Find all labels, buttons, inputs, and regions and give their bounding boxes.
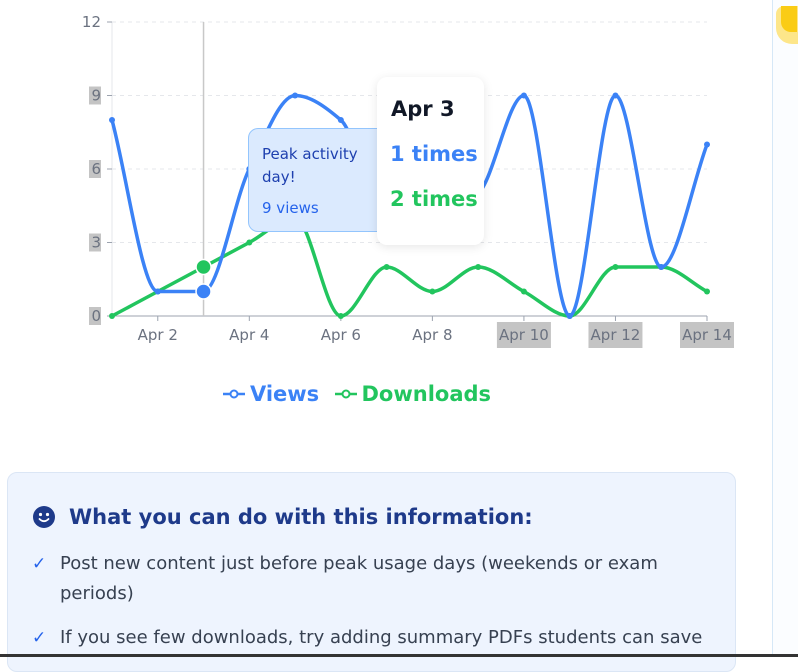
legend-item-views[interactable]: Views — [222, 382, 320, 406]
legend-label-downloads: Downloads — [361, 382, 492, 406]
peak-annotation: Peak activity day! 9 views — [248, 128, 390, 232]
y-tick-label: 6 — [91, 160, 101, 178]
tooltip-downloads: 2 times — [390, 187, 478, 211]
info-title: What you can do with this information: — [69, 505, 533, 529]
x-tick-label: Apr 4 — [229, 326, 269, 344]
chart-legend: Views Downloads — [0, 380, 714, 406]
x-tick-label: Apr 2 — [138, 326, 178, 344]
data-point-downloads[interactable] — [383, 264, 390, 270]
y-axis-ticks: 0 3 6 9 12 — [82, 13, 112, 325]
data-point-views[interactable] — [337, 117, 344, 123]
data-point-downloads[interactable] — [246, 239, 253, 246]
data-point-downloads[interactable] — [475, 264, 482, 270]
tips-list: ✓ Post new content just before peak usag… — [32, 549, 712, 667]
legend-label-views: Views — [249, 382, 320, 406]
data-point-views[interactable] — [704, 141, 710, 148]
annotation-line-1: Peak activity — [262, 145, 358, 163]
info-panel: What you can do with this information: ✓… — [7, 472, 736, 672]
data-point-downloads[interactable] — [429, 288, 436, 295]
chart-tooltip: Apr 3 1 times 2 times — [377, 77, 484, 245]
data-point-downloads[interactable] — [612, 264, 619, 270]
x-tick-label: Apr 14 — [682, 326, 732, 344]
y-tick-label: 0 — [91, 307, 101, 325]
legend-item-downloads[interactable]: Downloads — [334, 382, 492, 406]
y-tick-label: 9 — [91, 87, 101, 105]
data-point-downloads[interactable] — [109, 313, 115, 319]
data-point-downloads[interactable] — [195, 258, 212, 276]
list-item: ✓ Post new content just before peak usag… — [32, 549, 712, 609]
annotation-line-2: day! — [262, 168, 296, 186]
data-point-views[interactable] — [292, 92, 299, 99]
tip-text: If you see few downloads, try adding sum… — [60, 627, 703, 648]
line-marker-icon — [222, 389, 245, 399]
check-icon: ✓ — [32, 554, 47, 574]
x-tick-label: Apr 6 — [321, 326, 361, 344]
data-point-views[interactable] — [195, 283, 212, 300]
data-point-views[interactable] — [658, 264, 665, 270]
data-point-views[interactable] — [154, 288, 161, 295]
decorative-badge-icon — [776, 6, 798, 44]
smile-icon — [33, 506, 55, 528]
annotation-sub: 9 views — [262, 199, 319, 217]
data-point-views[interactable] — [566, 313, 573, 319]
y-tick-label: 12 — [82, 13, 101, 31]
tip-text: Post new content just before peak usage … — [60, 553, 658, 604]
data-point-views[interactable] — [520, 92, 527, 99]
check-icon: ✓ — [32, 628, 47, 648]
tooltip-views: 1 times — [390, 142, 478, 166]
data-point-downloads[interactable] — [520, 288, 527, 295]
tooltip-title: Apr 3 — [391, 97, 455, 121]
x-tick-label: Apr 12 — [591, 326, 641, 344]
data-point-downloads[interactable] — [337, 313, 344, 319]
data-point-views[interactable] — [109, 117, 115, 123]
data-point-downloads[interactable] — [704, 288, 710, 295]
x-tick-label: Apr 10 — [499, 326, 549, 344]
info-header: What you can do with this information: — [33, 505, 533, 529]
data-point-views[interactable] — [612, 92, 619, 99]
x-axis-ticks: Apr 2 Apr 4 Apr 6 Apr 8 Apr 10 Apr 12 Apr 14 — [138, 316, 734, 348]
right-panel-edge — [772, 0, 798, 657]
y-tick-label: 3 — [91, 234, 101, 252]
x-tick-label: Apr 8 — [412, 326, 452, 344]
line-marker-icon — [334, 389, 357, 399]
list-item: ✓ If you see few downloads, try adding s… — [32, 623, 712, 653]
